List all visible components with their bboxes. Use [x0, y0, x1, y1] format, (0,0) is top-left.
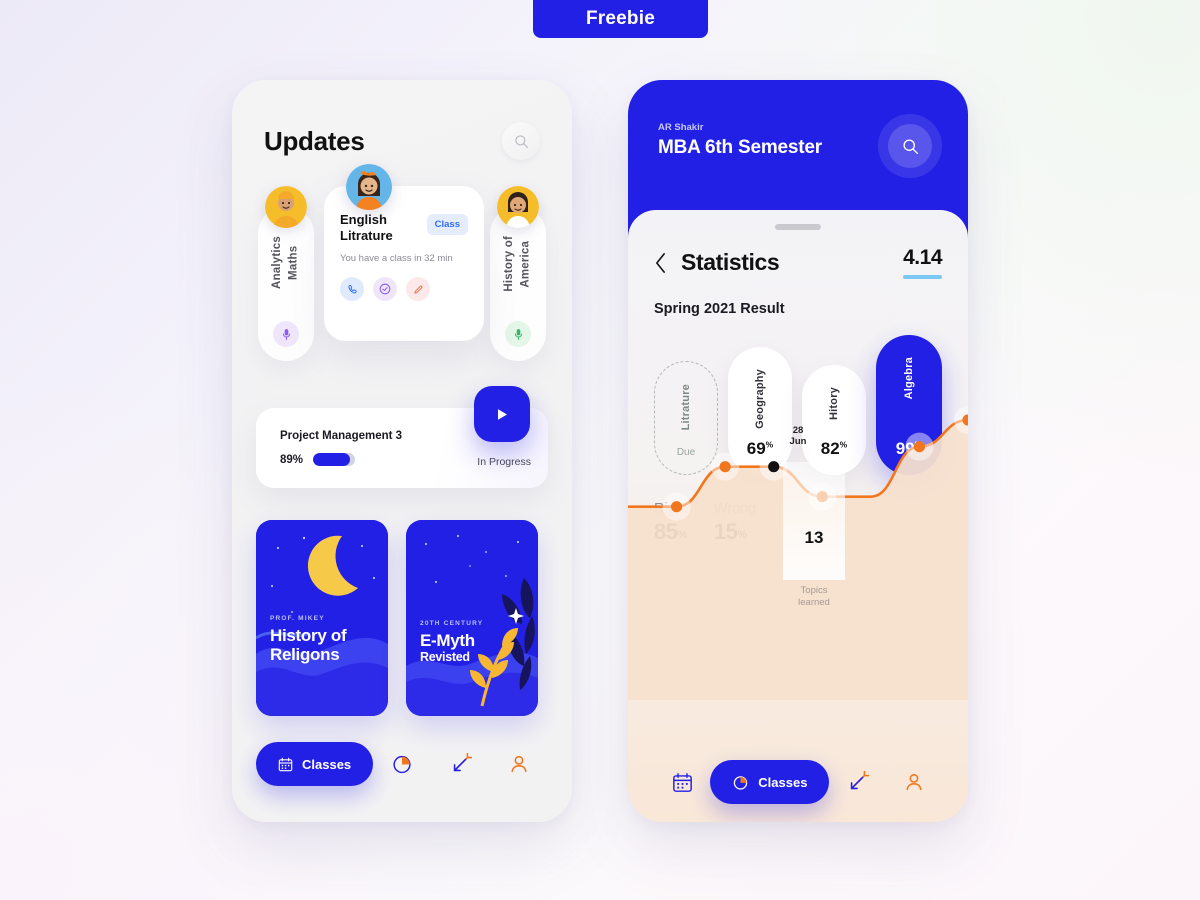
page-title: Updates [264, 125, 365, 156]
calendar-icon [672, 772, 692, 792]
microphone-icon[interactable] [505, 321, 531, 347]
nav-item-profile[interactable] [490, 753, 548, 775]
nav-item-transfer[interactable] [431, 753, 489, 775]
progress-status: In Progress [477, 456, 531, 468]
phone-left: Updates Analytics Maths History of Ameri… [232, 80, 572, 822]
search-icon [902, 138, 918, 154]
calendar-icon [278, 757, 293, 771]
book-kicker: 20TH CENTURY [420, 619, 484, 627]
nav-item-stats[interactable] [373, 753, 431, 775]
pencil-icon[interactable] [406, 277, 430, 302]
microphone-icon[interactable] [273, 321, 299, 347]
person-icon [511, 755, 527, 773]
topics-learned-chart: 13 28 Jun Topics learned [628, 370, 968, 736]
book-text: PROF. MIKEY History of Religons [270, 614, 347, 664]
nav-item-classes[interactable]: Classes [710, 760, 830, 804]
chevron-left-icon[interactable] [654, 252, 667, 274]
chart-tooltip-date: 28 Jun [789, 425, 807, 447]
book-card[interactable]: 20TH CENTURY E-Myth Revisted [406, 520, 538, 716]
search-button[interactable] [878, 114, 942, 178]
freebie-label: Freebie [586, 8, 655, 29]
avatar-image [265, 186, 307, 228]
carousel-card-left[interactable]: Analytics Maths [258, 186, 314, 361]
carousel-card-left-title: Analytics Maths [271, 236, 300, 289]
book-card[interactable]: PROF. MIKEY History of Religons [256, 520, 388, 716]
class-badge: Class [426, 214, 468, 235]
progress-bar[interactable] [313, 453, 356, 466]
chart-point[interactable] [719, 461, 731, 473]
carousel-card-active[interactable]: English Litrature Class You have a class… [324, 164, 484, 341]
phone-right: AR Shakir MBA 6th Semester Statistics 4.… [628, 80, 968, 822]
nav-item-classes[interactable]: Classes [256, 742, 374, 786]
progress-percent: 89% [280, 453, 304, 466]
book-title: History of Religons [270, 625, 347, 664]
carousel-card-right[interactable]: History of America [490, 186, 546, 361]
chart-point[interactable] [913, 441, 926, 453]
avatar-image [497, 186, 539, 228]
pie-chart-icon [393, 755, 411, 774]
freebie-badge: Freebie [533, 0, 708, 38]
bottom-nav-left: Classes [232, 716, 572, 786]
transfer-arrows-icon [453, 753, 472, 772]
bottom-nav-right: Classes [628, 760, 968, 804]
page-title: Statistics [681, 249, 780, 275]
nav-label-classes: Classes [302, 756, 352, 772]
chart-tooltip-column: 13 [783, 462, 845, 580]
book-title: E-Myth Revisted [420, 630, 475, 664]
book-text: 20TH CENTURY E-Myth Revisted [420, 620, 483, 664]
progress-card-wrap: Project Management 3 89% In Progress [256, 386, 548, 488]
updates-carousel: Analytics Maths History of America Engli… [232, 164, 572, 366]
avatar [497, 186, 539, 228]
result-section-title: Spring 2021 Result [654, 301, 785, 317]
carousel-card-right-title: History of America [503, 236, 532, 292]
chart-tooltip-caption: Topics learned [798, 585, 830, 609]
nav-item-calendar[interactable] [654, 772, 710, 793]
carousel-card-active-title: English Litrature [340, 212, 393, 243]
book-kicker: PROF. MIKEY [270, 614, 325, 622]
chart-tooltip-value: 13 [804, 528, 824, 547]
check-circle-icon[interactable] [373, 277, 397, 302]
avatar-image [346, 164, 392, 210]
gpa-underline [903, 275, 942, 279]
updates-header: Updates [232, 80, 572, 160]
nav-item-transfer[interactable] [829, 771, 885, 793]
avatar [265, 186, 307, 228]
book-cards: PROF. MIKEY History of Religons 20TH CEN… [232, 488, 572, 716]
search-button-inner [888, 124, 932, 168]
progress-bar-fill [313, 453, 351, 466]
search-icon [514, 134, 528, 148]
book-art-plant [406, 520, 538, 716]
transfer-arrows-icon [850, 771, 869, 790]
statistics-header: Statistics 4.14 [654, 246, 942, 279]
chart-point[interactable] [670, 501, 683, 513]
class-subtitle: You have a class in 32 min [340, 253, 453, 265]
chart-point[interactable] [768, 461, 780, 473]
gpa-value: 4.14 [903, 246, 942, 269]
phone-icon[interactable] [340, 277, 364, 302]
play-button[interactable] [474, 386, 530, 442]
gpa-block: 4.14 [903, 246, 942, 279]
avatar [346, 164, 392, 210]
sheet-drag-handle[interactable] [775, 224, 821, 230]
search-button[interactable] [502, 122, 540, 160]
nav-label-classes: Classes [758, 774, 808, 790]
person-icon [906, 773, 922, 791]
nav-item-profile[interactable] [886, 771, 942, 793]
pie-chart-icon [734, 775, 748, 790]
play-icon [498, 408, 507, 420]
